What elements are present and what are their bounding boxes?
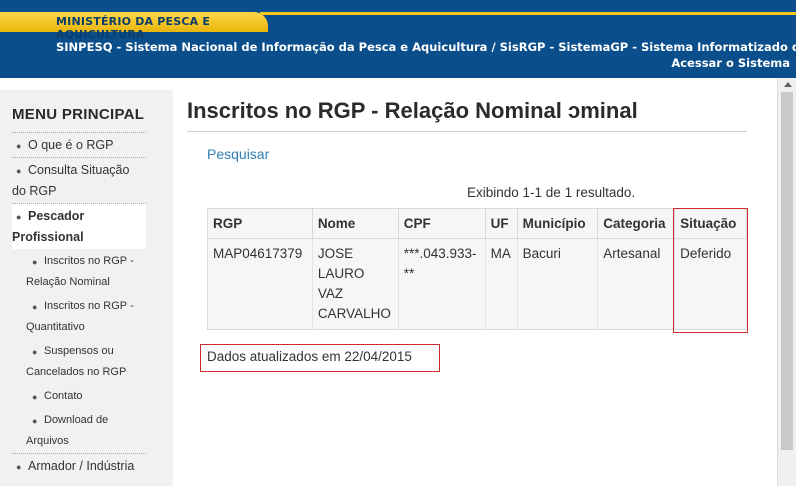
column-header-municipio[interactable]: Município [517,208,599,239]
bullet-icon: ● [32,257,38,267]
bullet-icon: ● [16,212,22,222]
menu-list: ● O que é o RGP ● Consulta Situação do R… [12,132,146,478]
menu-item-o-que-e-rgp[interactable]: ● O que é o RGP [12,132,146,157]
submenu-item-quantitativo[interactable]: ● Inscritos no RGP - Quantitativo [12,294,146,339]
system-title: SINPESQ - Sistema Nacional de Informação… [56,40,796,54]
menu-item-pescador-profissional[interactable]: ● Pescador Profissional [12,203,146,249]
submenu-item-label: Contato [44,390,83,402]
menu-item-label: Consulta Situação do RGP [12,163,130,198]
header-gap [0,78,796,90]
submenu-item-label: Inscritos no RGP - Quantitativo [26,300,134,333]
column-header-nome[interactable]: Nome [312,208,399,239]
ministry-name: MINISTÉRIO DA PESCA E AQUICULTURA [56,15,211,41]
results-table: RGP Nome CPF UF Município Categoria Situ… [207,208,747,330]
cell-categoria: Artesanal [597,238,676,330]
menu-title: MENU PRINCIPAL [12,106,145,123]
menu-item-label: Pescador Profissional [12,209,85,244]
results-summary: Exibindo 1-1 de 1 resultado. [467,185,636,200]
cell-uf: MA [485,238,518,330]
cell-rgp: MAP04617379 [207,238,313,330]
submenu-item-label: Suspensos ou Cancelados no RGP [26,345,127,378]
menu-item-armador-industria[interactable]: ● Armador / Indústria [12,453,146,478]
submenu-item-suspensos[interactable]: ● Suspensos ou Cancelados no RGP [12,339,146,384]
bullet-icon: ● [32,347,38,357]
bullet-icon: ● [16,166,22,176]
bullet-icon: ● [32,302,38,312]
bullet-icon: ● [32,416,38,426]
column-header-rgp[interactable]: RGP [207,208,313,239]
cell-municipio: Bacuri [517,238,599,330]
submenu-item-contato[interactable]: ● Contato [12,384,146,408]
table-row: MAP04617379 JOSE LAURO VAZ CARVALHO ***.… [207,238,747,330]
submenu-item-label: Download de Arquivos [26,414,109,447]
submenu-item-relacao-nominal[interactable]: ● Inscritos no RGP - Relação Nominal [12,249,146,294]
column-header-uf[interactable]: UF [485,208,518,239]
menu-item-label: O que é o RGP [28,138,114,152]
table-header-row: RGP Nome CPF UF Município Categoria Situ… [207,208,747,239]
sidebar: MENU PRINCIPAL ● O que é o RGP ● Consult… [0,90,173,486]
submenu-item-label: Inscritos no RGP - Relação Nominal [26,255,134,288]
data-updated-notice: Dados atualizados em 22/04/2015 [200,344,440,372]
vertical-scrollbar[interactable] [777,78,796,486]
column-header-cpf[interactable]: CPF [398,208,486,239]
cell-nome: JOSE LAURO VAZ CARVALHO [312,238,399,330]
cell-cpf: ***.043.933-** [398,238,486,330]
scroll-thumb[interactable] [781,92,793,450]
bullet-icon: ● [16,462,22,472]
scroll-up-arrow-icon[interactable] [784,82,792,87]
ministry-tab: MINISTÉRIO DA PESCA E AQUICULTURA [0,12,268,41]
login-link[interactable]: Acessar o Sistema [671,56,790,70]
banner-accent-line [260,12,796,15]
situacao-highlight-box [673,208,748,333]
submenu-item-download[interactable]: ● Download de Arquivos [12,408,146,453]
menu-item-label: Armador / Indústria [28,459,135,473]
bullet-icon: ● [32,392,38,402]
column-header-categoria[interactable]: Categoria [597,208,676,239]
page-title: Inscritos no RGP - Relação Nominal ɔmina… [187,98,638,123]
menu-item-consulta-situacao[interactable]: ● Consulta Situação do RGP [12,157,146,203]
bullet-icon: ● [16,141,22,151]
title-divider [187,131,747,132]
search-link[interactable]: Pesquisar [207,146,269,162]
